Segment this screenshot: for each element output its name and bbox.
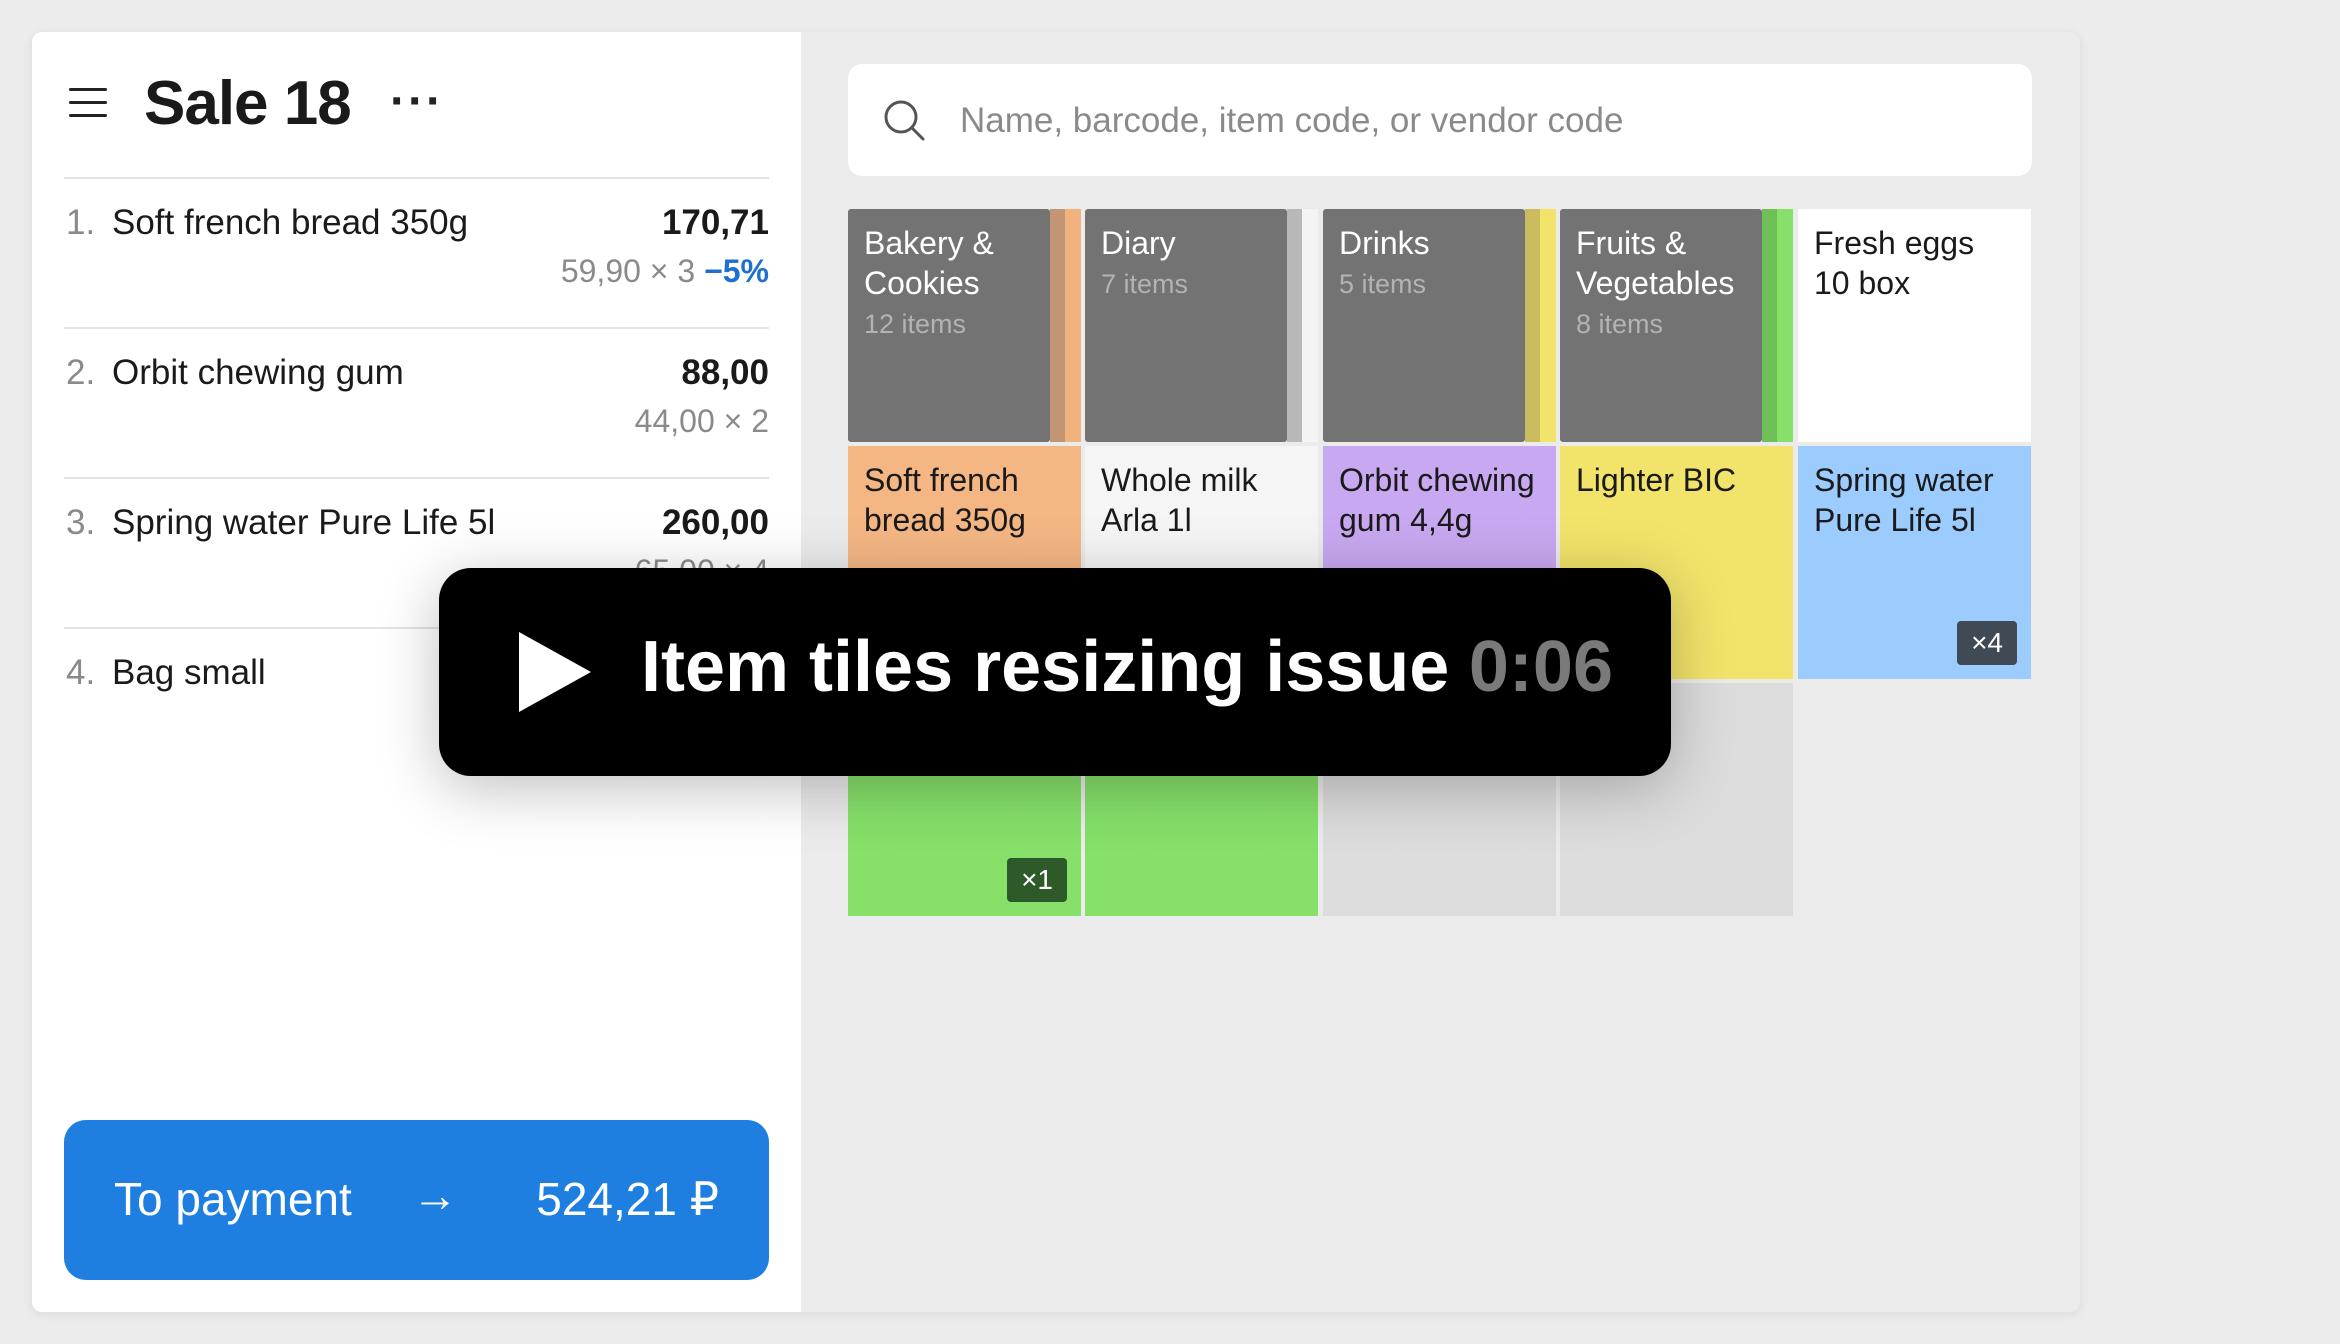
tile-name: Spring water Pure Life 5l	[1814, 462, 1994, 538]
tile-name: Fruits & Vegetables	[1576, 225, 1735, 301]
item-detail: 59,90 × 3 −5%	[561, 253, 769, 290]
hamburger-menu-icon[interactable]	[69, 86, 107, 118]
item-name: Spring water Pure Life 5l	[112, 503, 496, 542]
page-title: Sale 18	[144, 69, 352, 138]
product-tile-fresh-eggs[interactable]: Fresh eggs 10 box	[1798, 209, 2031, 442]
item-name: Soft french bread 350g	[112, 203, 469, 242]
tile-count: 12 items	[864, 309, 967, 339]
tile-name: Fresh eggs 10 box	[1814, 225, 1975, 301]
item-number: 2.	[66, 353, 96, 392]
category-face: Drinks 5 items	[1323, 209, 1525, 442]
more-dots-icon[interactable]: ···	[390, 74, 444, 129]
tile-name: Lighter BIC	[1576, 462, 1737, 498]
search-bar[interactable]	[848, 64, 2032, 176]
video-title: Item tiles resizing issue	[641, 627, 1450, 707]
item-name: Orbit chewing gum	[112, 353, 404, 392]
arrow-right-icon: →	[412, 1169, 458, 1221]
tile-name: Bakery & Cookies	[864, 225, 994, 301]
category-stack-edge	[1302, 209, 1318, 442]
tile-name: Drinks	[1339, 225, 1430, 261]
item-number: 1.	[66, 203, 96, 242]
item-number: 3.	[66, 503, 96, 542]
category-tile-fruits[interactable]: Fruits & Vegetables 8 items	[1560, 209, 1793, 442]
list-item[interactable]: 2. Orbit chewing gum 88,00 44,00 × 2	[64, 327, 769, 477]
category-stack-edge	[1777, 209, 1793, 442]
category-tile-drinks[interactable]: Drinks 5 items	[1323, 209, 1556, 442]
item-quantity: 59,90 × 3	[560, 253, 696, 289]
category-stack-edge	[1050, 209, 1065, 442]
category-stack-edge	[1287, 209, 1302, 442]
discount-badge: −5%	[704, 253, 769, 289]
quantity-badge: ×1	[1007, 858, 1067, 902]
item-price: 88,00	[681, 353, 769, 392]
tile-count: 7 items	[1101, 269, 1189, 299]
tile-name: Diary	[1101, 225, 1176, 261]
category-tile-diary[interactable]: Diary 7 items	[1085, 209, 1318, 442]
tile-count: 8 items	[1576, 309, 1664, 339]
category-stack-edge	[1762, 209, 1777, 442]
category-face: Fruits & Vegetables 8 items	[1560, 209, 1762, 442]
product-tile-spring-water[interactable]: Spring water Pure Life 5l ×4	[1798, 446, 2031, 679]
video-duration: 0:06	[1468, 627, 1613, 707]
list-item[interactable]: 1. Soft french bread 350g 170,71 59,90 ×…	[64, 177, 769, 327]
item-price: 170,71	[661, 203, 769, 242]
item-name: Bag small	[112, 653, 266, 692]
item-number: 4.	[66, 653, 96, 692]
tile-name: Soft french bread 350g	[864, 462, 1026, 538]
video-overlay[interactable]: Item tiles resizing issue 0:06	[439, 568, 1671, 776]
item-price: 260,00	[661, 503, 769, 542]
payment-label: To payment	[114, 1173, 352, 1225]
payment-total: 524,21 ₽	[536, 1173, 719, 1225]
tile-name: Whole milk Arla 1l	[1101, 462, 1258, 538]
to-payment-button[interactable]: To payment → 524,21 ₽	[64, 1120, 769, 1280]
search-input[interactable]	[958, 90, 2002, 152]
category-face: Bakery & Cookies 12 items	[848, 209, 1050, 442]
item-quantity: 44,00 × 2	[634, 403, 769, 439]
category-face: Diary 7 items	[1085, 209, 1287, 442]
tile-name: Orbit chewing gum 4,4g	[1339, 462, 1535, 538]
tile-count: 5 items	[1339, 269, 1427, 299]
play-icon[interactable]	[519, 632, 591, 712]
category-tile-bakery[interactable]: Bakery & Cookies 12 items	[848, 209, 1081, 442]
category-stack-edge	[1525, 209, 1540, 442]
sale-header: Sale 18 ···	[32, 32, 801, 177]
quantity-badge: ×4	[1957, 621, 2017, 665]
search-icon	[884, 100, 925, 141]
category-stack-edge	[1540, 209, 1556, 442]
category-stack-edge	[1065, 209, 1081, 442]
